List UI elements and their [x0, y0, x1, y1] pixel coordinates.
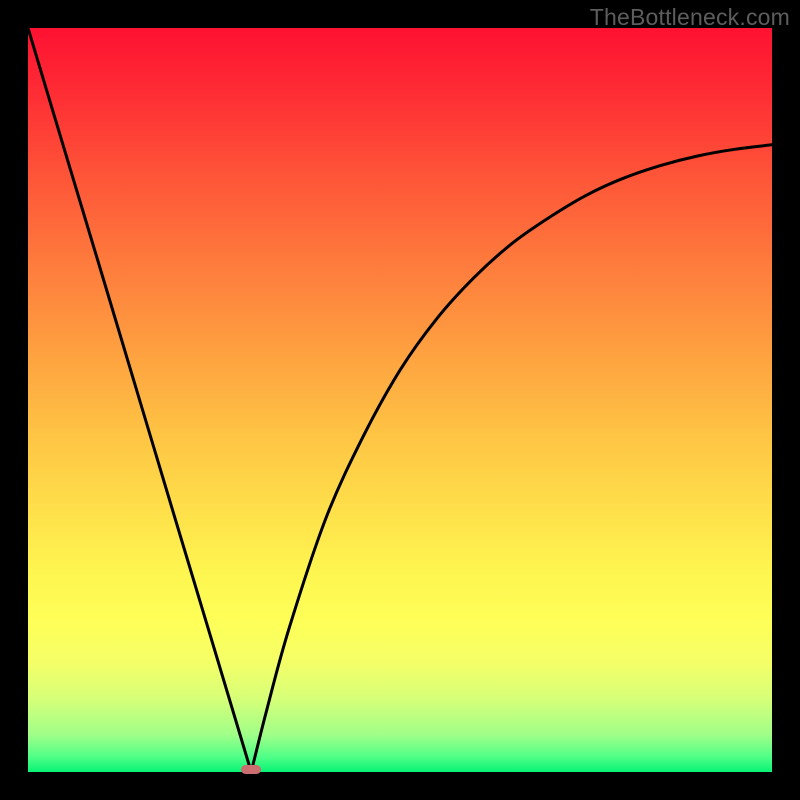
chart-frame: TheBottleneck.com — [0, 0, 800, 800]
plot-area — [28, 28, 772, 772]
curve-right-branch — [251, 145, 772, 772]
watermark-text: TheBottleneck.com — [590, 4, 790, 31]
optimum-marker — [241, 765, 261, 774]
bottleneck-curve — [28, 28, 772, 772]
curve-left-branch — [28, 28, 251, 772]
